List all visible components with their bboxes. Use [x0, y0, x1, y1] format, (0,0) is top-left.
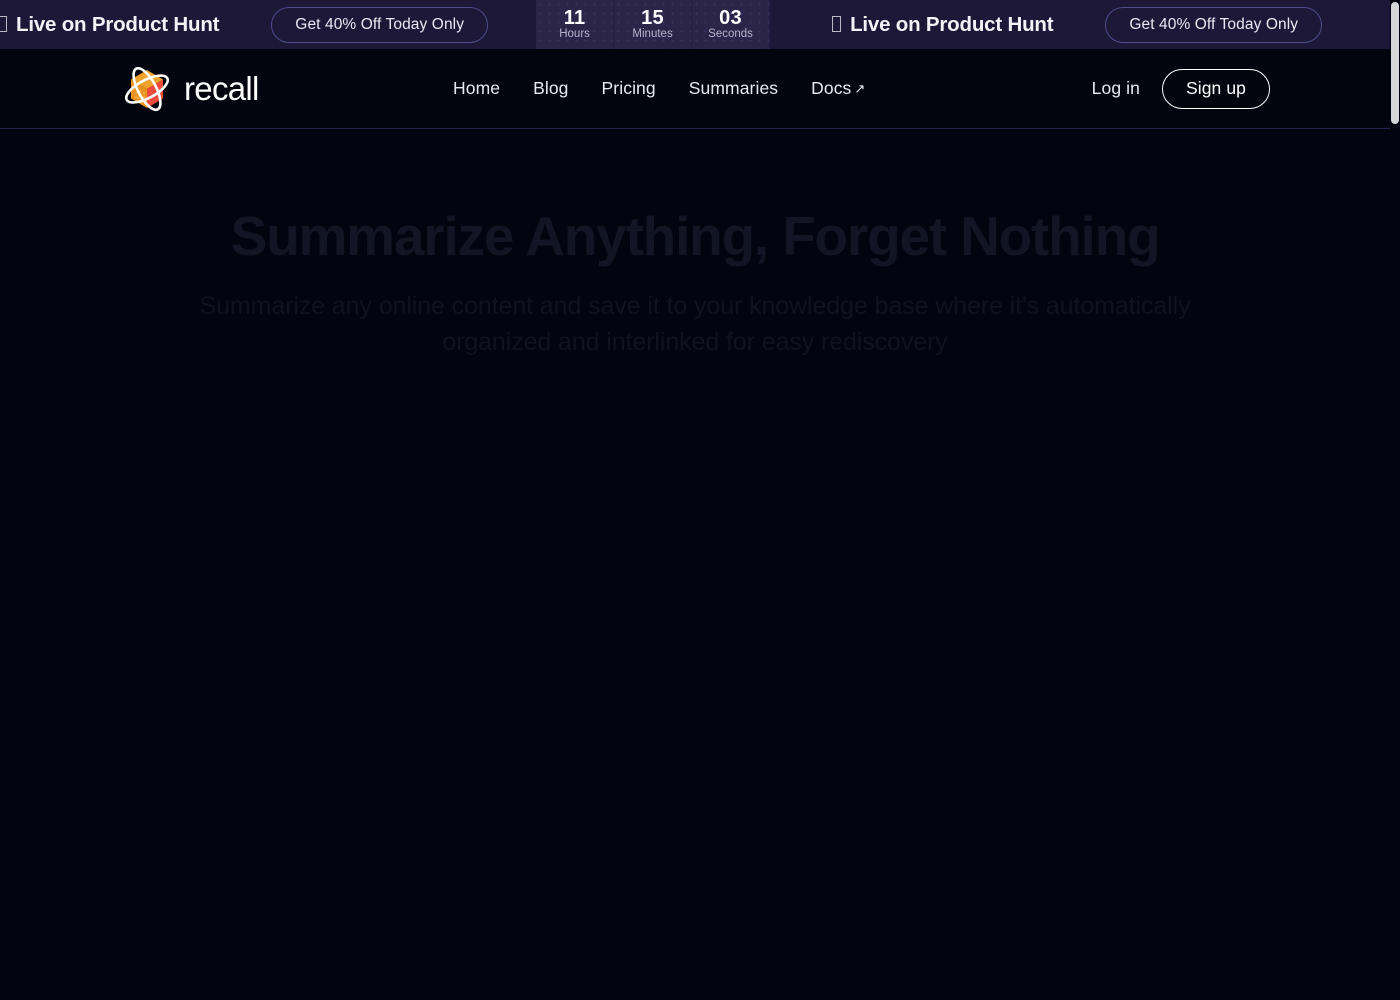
promo-cta-button-2[interactable]: Get 40% Off Today Only — [1105, 6, 1323, 43]
promo-message-1-text: Live on Product Hunt — [16, 12, 220, 36]
countdown-timer: 11 Hours 15 Minutes 03 Seconds — [536, 0, 771, 49]
promo-message-1: Live on Product Hunt — [0, 13, 225, 37]
nav-item-blog-label: Blog — [533, 78, 569, 98]
hero-section: Summarize Anything, Forget Nothing Summa… — [0, 129, 1390, 361]
countdown-minutes-label: Minutes — [632, 28, 673, 41]
login-link[interactable]: Log in — [1092, 78, 1140, 99]
nav-item-pricing[interactable]: Pricing — [602, 78, 656, 99]
nav-item-docs-label: Docs — [811, 78, 852, 98]
brand-name: recall — [184, 69, 259, 107]
nav-item-summaries-label: Summaries — [688, 78, 779, 98]
countdown-minutes: 15 Minutes — [614, 0, 693, 49]
promo-marquee-track: Live on Product Hunt Get 40% Off Today O… — [0, 0, 1323, 49]
promo-banner: Live on Product Hunt Get 40% Off Today O… — [0, 0, 1390, 49]
nav-item-summaries[interactable]: Summaries — [689, 78, 778, 99]
countdown-hours-label: Hours — [559, 28, 590, 41]
recall-logo-icon — [119, 61, 175, 117]
product-hunt-icon — [0, 15, 7, 32]
brand-logo-link[interactable]: recall — [119, 61, 259, 117]
external-link-icon: ↗ — [854, 81, 866, 96]
nav-item-home[interactable]: Home — [453, 78, 500, 99]
site-header: recall Home Blog Pricing Summaries Docs ↗… — [0, 49, 1390, 129]
hero-title: Summarize Anything, Forget Nothing — [230, 205, 1161, 267]
nav-item-docs[interactable]: Docs ↗ — [811, 78, 865, 99]
countdown-minutes-value: 15 — [641, 7, 664, 30]
signup-button[interactable]: Sign up — [1161, 68, 1270, 109]
countdown-seconds-value: 03 — [719, 7, 742, 30]
countdown-hours: 11 Hours — [536, 0, 615, 49]
countdown-seconds: 03 Seconds — [692, 0, 771, 49]
hero-subtitle: Summarize any online content and save it… — [199, 292, 1191, 356]
countdown-seconds-label: Seconds — [708, 28, 753, 41]
page-scrollbar-track[interactable] — [1390, 0, 1400, 1000]
promo-message-2: Live on Product Hunt — [826, 13, 1059, 37]
product-hunt-icon-2 — [832, 15, 842, 32]
main-navigation: Home Blog Pricing Summaries Docs ↗ — [453, 78, 865, 99]
promo-cta-button-1[interactable]: Get 40% Off Today Only — [271, 6, 489, 43]
nav-item-blog[interactable]: Blog — [533, 78, 568, 99]
promo-message-2-text: Live on Product Hunt — [850, 12, 1054, 36]
nav-item-home-label: Home — [453, 78, 501, 98]
auth-actions: Log in Sign up — [1092, 68, 1270, 109]
page-scrollbar-thumb[interactable] — [1391, 2, 1399, 124]
countdown-hours-value: 11 — [563, 7, 586, 30]
nav-item-pricing-label: Pricing — [601, 78, 656, 98]
